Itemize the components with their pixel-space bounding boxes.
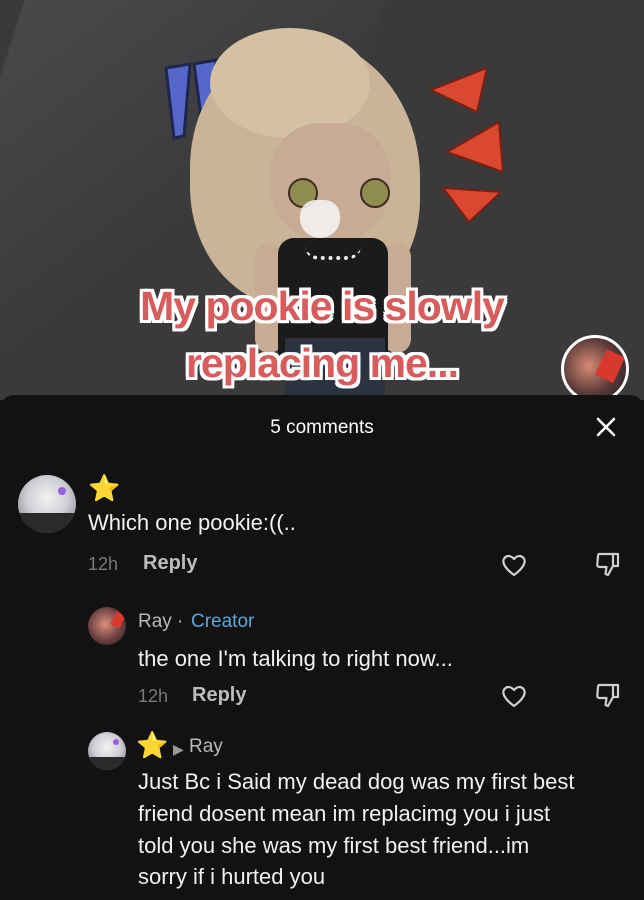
video-caption-line2: replacing me... bbox=[185, 340, 459, 386]
character-necklace bbox=[305, 246, 361, 260]
comment-text: the one I'm talking to right now... bbox=[138, 646, 453, 671]
comments-count-title: 5 comments bbox=[270, 417, 374, 438]
reply-button[interactable]: Reply bbox=[143, 552, 197, 575]
heart-icon[interactable] bbox=[499, 681, 529, 711]
character-eye-right bbox=[360, 178, 390, 208]
comments-sheet: 5 comments ⭐ Which one pookie:((.. 12h R… bbox=[0, 395, 644, 900]
creator-avatar[interactable] bbox=[561, 335, 629, 403]
video-preview[interactable]: My pookie is slowly replacing me... bbox=[0, 0, 644, 400]
avatar[interactable] bbox=[88, 607, 126, 645]
comment-text-line: friend dosent mean im replacimg you i ju… bbox=[138, 801, 551, 826]
avatar-shadow bbox=[88, 756, 126, 770]
video-caption-line1: My pookie is slowly bbox=[140, 283, 505, 329]
dislike-icon[interactable] bbox=[593, 549, 623, 579]
caret-right-icon: ▶ bbox=[173, 741, 184, 757]
avatar-accent bbox=[113, 739, 119, 745]
red-triangle-marks bbox=[428, 66, 505, 224]
comment-author[interactable]: Ray bbox=[138, 611, 172, 633]
avatar-accent bbox=[58, 487, 66, 495]
heart-icon[interactable] bbox=[499, 550, 529, 580]
character-tear bbox=[300, 200, 340, 238]
star-icon: ⭐ bbox=[136, 730, 169, 760]
star-icon: ⭐ bbox=[88, 473, 121, 503]
reply-button[interactable]: Reply bbox=[192, 684, 246, 707]
character-hair-top bbox=[210, 28, 370, 138]
comment-text-line: sorry if i hurted you bbox=[138, 864, 326, 889]
avatar-shadow bbox=[18, 512, 76, 533]
comment-text-line: told you she was my first best friend...… bbox=[138, 833, 530, 858]
separator-dot: · bbox=[177, 611, 184, 632]
app-root: My pookie is slowly replacing me... 5 co… bbox=[0, 0, 644, 900]
avatar[interactable] bbox=[18, 475, 76, 533]
comment-text-line: Just Bc i Said my dead dog was my first … bbox=[138, 769, 575, 794]
close-icon[interactable] bbox=[592, 413, 620, 441]
comment-text: Which one pookie:((.. bbox=[88, 510, 296, 535]
comment-time: 12h bbox=[138, 686, 169, 706]
comment-time: 12h bbox=[88, 554, 119, 574]
dislike-icon[interactable] bbox=[593, 680, 623, 710]
avatar-red-accent bbox=[595, 349, 625, 383]
avatar-red-accent bbox=[110, 611, 126, 629]
reply-to-author[interactable]: Ray bbox=[189, 736, 223, 758]
creator-label: Creator bbox=[191, 611, 255, 632]
avatar[interactable] bbox=[88, 732, 126, 770]
